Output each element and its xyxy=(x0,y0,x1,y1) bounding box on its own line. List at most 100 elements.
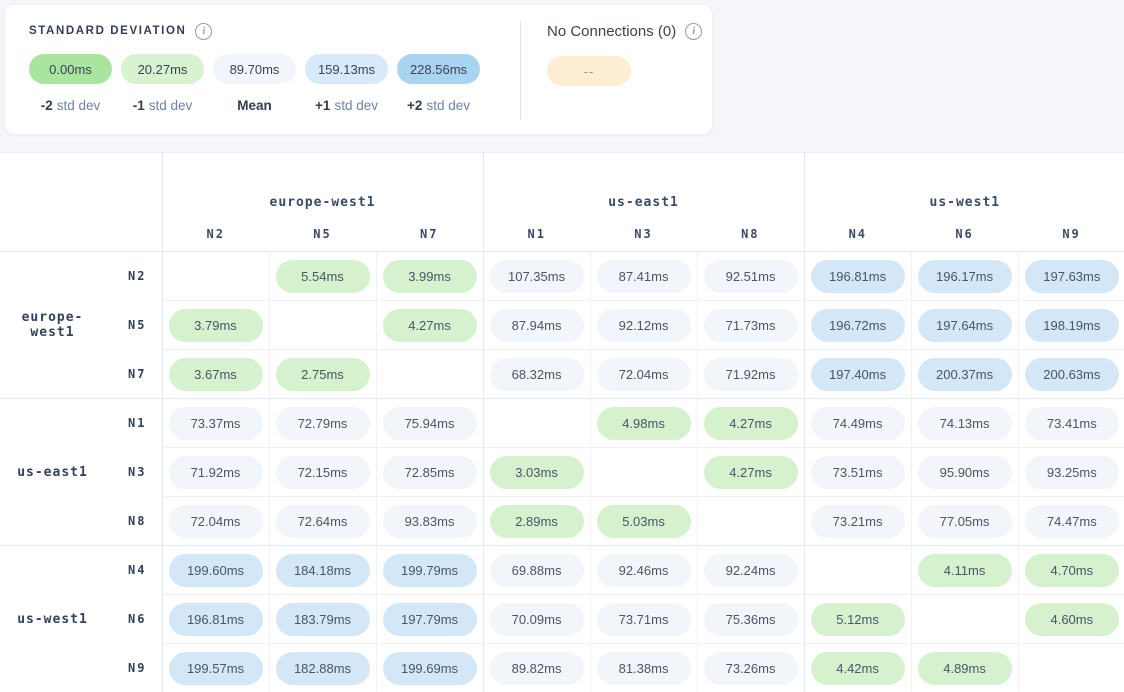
latency-pill[interactable]: 89.82ms xyxy=(490,652,584,685)
latency-cell xyxy=(1018,644,1124,692)
latency-pill[interactable]: 197.40ms xyxy=(811,358,905,391)
latency-pill[interactable]: 199.79ms xyxy=(383,554,477,587)
latency-pill[interactable]: 107.35ms xyxy=(490,260,584,293)
latency-pill[interactable]: 196.72ms xyxy=(811,309,905,342)
latency-pill[interactable]: 81.38ms xyxy=(597,652,691,685)
latency-pill[interactable]: 196.81ms xyxy=(811,260,905,293)
latency-pill[interactable]: 72.15ms xyxy=(276,456,370,489)
latency-cell: 4.27ms xyxy=(697,448,804,497)
latency-pill[interactable]: 4.42ms xyxy=(811,652,905,685)
latency-cell: 72.85ms xyxy=(376,448,483,497)
info-icon[interactable]: i xyxy=(195,23,212,40)
latency-cell: 199.69ms xyxy=(376,644,483,692)
latency-pill[interactable]: 69.88ms xyxy=(490,554,584,587)
latency-pill[interactable]: 198.19ms xyxy=(1025,309,1119,342)
column-region-label: us-east1 xyxy=(483,153,804,217)
row-node-label: N2 xyxy=(105,252,162,301)
latency-cell: 87.94ms xyxy=(483,301,590,350)
latency-pill[interactable]: 3.67ms xyxy=(169,358,263,391)
latency-pill[interactable]: 73.21ms xyxy=(811,505,905,538)
latency-pill[interactable]: 199.57ms xyxy=(169,652,263,685)
latency-pill[interactable]: 68.32ms xyxy=(490,358,584,391)
latency-pill[interactable]: 4.60ms xyxy=(1025,603,1119,636)
latency-cell: 3.67ms xyxy=(162,350,269,399)
latency-pill[interactable]: 196.17ms xyxy=(918,260,1012,293)
latency-pill[interactable]: 73.26ms xyxy=(704,652,798,685)
latency-pill[interactable]: 92.24ms xyxy=(704,554,798,587)
latency-pill[interactable]: 77.05ms xyxy=(918,505,1012,538)
matrix-header: europe-west1us-east1us-west1N2N5N7N1N3N8… xyxy=(0,153,1124,252)
latency-cell: 77.05ms xyxy=(911,497,1018,546)
latency-cell: 4.98ms xyxy=(590,399,697,448)
latency-pill[interactable]: 73.41ms xyxy=(1025,407,1119,440)
latency-pill[interactable]: 5.54ms xyxy=(276,260,370,293)
table-row: N371.92ms72.15ms72.85ms3.03ms4.27ms73.51… xyxy=(0,448,1124,497)
latency-cell: 72.15ms xyxy=(269,448,376,497)
legend-stop-pill: 159.13ms xyxy=(305,54,388,84)
latency-pill[interactable]: 72.85ms xyxy=(383,456,477,489)
latency-pill[interactable]: 197.79ms xyxy=(383,603,477,636)
latency-cell: 71.92ms xyxy=(697,350,804,399)
latency-pill[interactable]: 93.83ms xyxy=(383,505,477,538)
latency-pill[interactable]: 74.47ms xyxy=(1025,505,1119,538)
latency-pill[interactable]: 71.92ms xyxy=(169,456,263,489)
latency-pill[interactable]: 4.98ms xyxy=(597,407,691,440)
latency-pill[interactable]: 182.88ms xyxy=(276,652,370,685)
latency-pill[interactable]: 92.51ms xyxy=(704,260,798,293)
latency-pill[interactable]: 74.49ms xyxy=(811,407,905,440)
latency-cell: 4.42ms xyxy=(804,644,911,692)
latency-pill[interactable]: 75.36ms xyxy=(704,603,798,636)
column-node-label: N8 xyxy=(697,216,804,252)
latency-pill[interactable]: 4.27ms xyxy=(704,456,798,489)
latency-pill[interactable]: 72.79ms xyxy=(276,407,370,440)
latency-pill[interactable]: 71.73ms xyxy=(704,309,798,342)
latency-cell: 81.38ms xyxy=(590,644,697,692)
latency-pill[interactable]: 72.04ms xyxy=(597,358,691,391)
latency-pill[interactable]: 4.11ms xyxy=(918,554,1012,587)
latency-pill[interactable]: 2.75ms xyxy=(276,358,370,391)
info-icon[interactable]: i xyxy=(685,23,702,40)
latency-cell: 92.24ms xyxy=(697,546,804,595)
latency-cell: 74.13ms xyxy=(911,399,1018,448)
row-node-label: N7 xyxy=(105,350,162,399)
latency-pill[interactable]: 72.04ms xyxy=(169,505,263,538)
table-row: N6196.81ms183.79ms197.79ms70.09ms73.71ms… xyxy=(0,595,1124,644)
latency-pill[interactable]: 93.25ms xyxy=(1025,456,1119,489)
latency-pill[interactable]: 197.64ms xyxy=(918,309,1012,342)
latency-pill[interactable]: 4.89ms xyxy=(918,652,1012,685)
row-node-label: N5 xyxy=(105,301,162,350)
latency-pill[interactable]: 75.94ms xyxy=(383,407,477,440)
latency-pill[interactable]: 72.64ms xyxy=(276,505,370,538)
latency-pill[interactable]: 70.09ms xyxy=(490,603,584,636)
latency-pill[interactable]: 87.94ms xyxy=(490,309,584,342)
latency-pill[interactable]: 196.81ms xyxy=(169,603,263,636)
latency-pill[interactable]: 92.12ms xyxy=(597,309,691,342)
latency-pill[interactable]: 200.37ms xyxy=(918,358,1012,391)
latency-pill[interactable]: 73.37ms xyxy=(169,407,263,440)
latency-pill[interactable]: 200.63ms xyxy=(1025,358,1119,391)
latency-pill[interactable]: 3.79ms xyxy=(169,309,263,342)
latency-pill[interactable]: 95.90ms xyxy=(918,456,1012,489)
latency-pill[interactable]: 184.18ms xyxy=(276,554,370,587)
latency-pill[interactable]: 5.12ms xyxy=(811,603,905,636)
latency-pill[interactable]: 3.03ms xyxy=(490,456,584,489)
latency-pill[interactable]: 71.92ms xyxy=(704,358,798,391)
latency-pill[interactable]: 183.79ms xyxy=(276,603,370,636)
latency-pill[interactable]: 5.03ms xyxy=(597,505,691,538)
latency-pill[interactable]: 92.46ms xyxy=(597,554,691,587)
latency-pill[interactable]: 2.89ms xyxy=(490,505,584,538)
latency-pill[interactable]: 87.41ms xyxy=(597,260,691,293)
latency-cell: 71.92ms xyxy=(162,448,269,497)
latency-cell xyxy=(697,497,804,546)
latency-pill[interactable]: 74.13ms xyxy=(918,407,1012,440)
latency-pill[interactable]: 197.63ms xyxy=(1025,260,1119,293)
latency-cell: 2.89ms xyxy=(483,497,590,546)
latency-pill[interactable]: 73.71ms xyxy=(597,603,691,636)
latency-pill[interactable]: 4.70ms xyxy=(1025,554,1119,587)
latency-pill[interactable]: 4.27ms xyxy=(383,309,477,342)
latency-pill[interactable]: 73.51ms xyxy=(811,456,905,489)
latency-pill[interactable]: 4.27ms xyxy=(704,407,798,440)
latency-pill[interactable]: 3.99ms xyxy=(383,260,477,293)
latency-pill[interactable]: 199.60ms xyxy=(169,554,263,587)
latency-pill[interactable]: 199.69ms xyxy=(383,652,477,685)
